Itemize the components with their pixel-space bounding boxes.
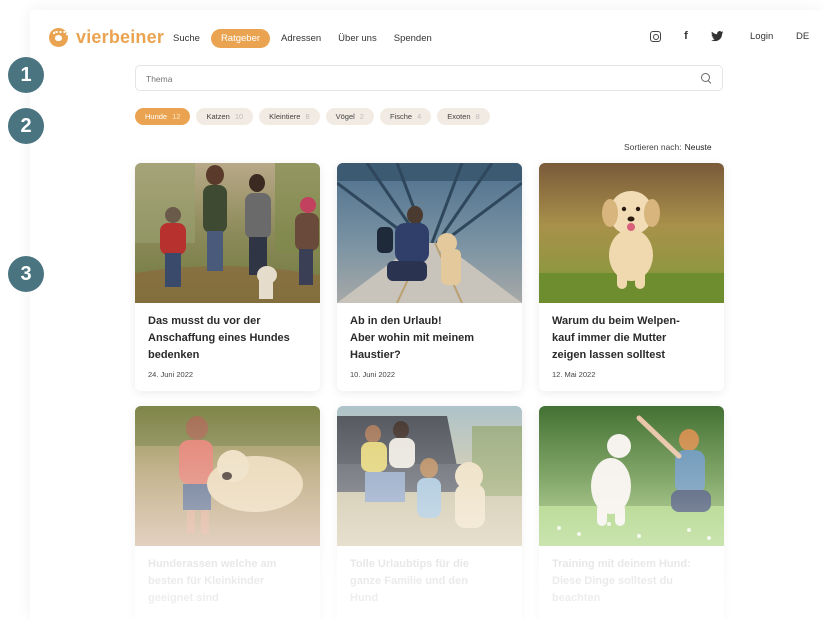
sort-value[interactable]: Neuste <box>685 142 712 152</box>
logo[interactable]: vierbeiner <box>49 27 164 48</box>
article-title[interactable]: Warum du beim Welpen- kauf immer die Mut… <box>539 303 724 364</box>
nav-item-ueber-uns[interactable]: Über uns <box>338 30 377 47</box>
filter-count: 4 <box>417 112 422 121</box>
sort-control[interactable]: Sortieren nach: Neuste <box>624 142 712 152</box>
article-image-boy-dog <box>135 406 320 546</box>
filter-count: 12 <box>172 112 181 121</box>
article-image-family-car <box>337 406 522 546</box>
article-card[interactable]: Ab in den Urlaub! Aber wohin mit meinem … <box>337 163 522 391</box>
article-image-puppy <box>539 163 724 303</box>
article-title[interactable]: Tolle Urlaubtips für die ganze Familie u… <box>337 546 522 607</box>
article-date: 10. Juni 2022 <box>350 370 396 379</box>
filter-label: Hunde <box>145 112 168 121</box>
filter-chip-exoten[interactable]: Exoten 8 <box>437 108 490 125</box>
article-card[interactable]: Warum du beim Welpen- kauf immer die Mut… <box>539 163 724 391</box>
article-card[interactable]: Das musst du vor der Anschaffung eines H… <box>135 163 320 391</box>
article-image-man-dog-station <box>337 163 522 303</box>
article-title[interactable]: Ab in den Urlaub! Aber wohin mit meinem … <box>337 303 522 364</box>
instagram-icon[interactable] <box>648 29 662 43</box>
twitter-icon[interactable] <box>710 29 724 43</box>
logo-text: vierbeiner <box>76 27 165 47</box>
filter-label: Kleintiere <box>269 112 301 121</box>
filter-chip-hunde[interactable]: Hunde 12 <box>135 108 191 125</box>
login-link[interactable]: Login <box>750 31 773 42</box>
filter-chip-fische[interactable]: Fische 4 <box>379 108 432 125</box>
filter-count: 8 <box>305 112 310 121</box>
nav-item-spenden[interactable]: Spenden <box>394 30 432 47</box>
filter-chip-katzen[interactable]: Katzen 10 <box>196 108 254 125</box>
article-title[interactable]: Das musst du vor der Anschaffung eines H… <box>135 303 320 364</box>
filter-chip-kleintiere[interactable]: Kleintiere 8 <box>259 108 320 125</box>
step-marker-3: 3 <box>8 256 44 292</box>
category-filters: Hunde 12 Katzen 10 Kleintiere 8 Vögel 2 Fisc… <box>135 108 496 125</box>
article-title[interactable]: Hunderassen welche am besten für Kleinki… <box>135 546 320 607</box>
filter-count: 10 <box>234 112 244 121</box>
paw-logo-icon <box>49 28 68 47</box>
nav-item-adressen[interactable]: Adressen <box>281 30 321 47</box>
article-date: 24. Juni 2022 <box>148 370 194 379</box>
filter-count: 2 <box>359 112 364 121</box>
article-card[interactable]: Training mit deinem Hund: Diese Dinge so… <box>539 406 724 619</box>
language-selector[interactable]: DE <box>796 31 809 42</box>
search-icon[interactable] <box>701 73 711 83</box>
step-marker-1: 1 <box>8 57 44 93</box>
article-image-family-dogs <box>135 163 320 303</box>
article-card[interactable]: Hunderassen welche am besten für Kleinki… <box>135 406 320 619</box>
article-image-dog-training <box>539 406 724 546</box>
nav-item-ratgeber[interactable]: Ratgeber <box>210 29 271 48</box>
filter-chip-voegel[interactable]: Vögel 2 <box>325 108 374 125</box>
filter-label: Fische <box>389 112 413 121</box>
article-date: 12. Mai 2022 <box>552 370 596 379</box>
main-nav: Suche Ratgeber Adressen Über uns Spenden <box>173 29 449 48</box>
social-links: f <box>648 29 741 43</box>
page: vierbeiner Suche Ratgeber Adressen Über … <box>30 10 823 619</box>
filter-count: 8 <box>475 112 480 121</box>
facebook-icon[interactable]: f <box>679 29 693 43</box>
filter-label: Katzen <box>206 112 230 121</box>
filter-label: Vögel <box>335 112 355 121</box>
search-bar <box>135 65 723 91</box>
sort-label: Sortieren nach: <box>624 142 682 152</box>
search-input[interactable] <box>146 71 686 86</box>
article-card[interactable]: Tolle Urlaubtips für die ganze Familie u… <box>337 406 522 619</box>
nav-item-suche[interactable]: Suche <box>173 30 200 47</box>
article-title[interactable]: Training mit deinem Hund: Diese Dinge so… <box>539 546 724 607</box>
header: vierbeiner Suche Ratgeber Adressen Über … <box>30 10 823 68</box>
filter-label: Exoten <box>447 112 471 121</box>
step-marker-2: 2 <box>8 108 44 144</box>
